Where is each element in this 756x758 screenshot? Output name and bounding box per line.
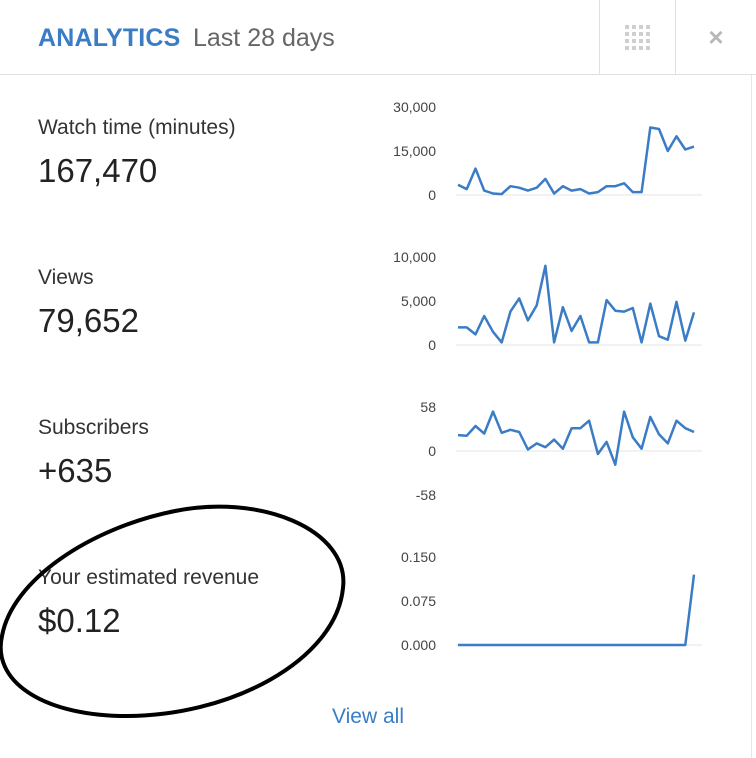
chart-subscribers: 58 0 -58 <box>380 395 710 510</box>
views-sparkline: 10,000 5,000 0 <box>393 249 702 353</box>
revenue-sparkline: 0.150 0.075 0.000 <box>401 549 702 653</box>
y-tick-label: 0.075 <box>401 593 436 609</box>
y-tick-label: 0 <box>428 187 436 203</box>
y-tick-label: 0.000 <box>401 637 436 653</box>
y-tick-label: 0 <box>428 337 436 353</box>
y-tick-label: 5,000 <box>401 293 436 309</box>
header-period: Last 28 days <box>193 24 335 52</box>
metric-value: +635 <box>38 452 113 489</box>
close-button[interactable]: × <box>675 0 756 74</box>
analytics-header: ANALYTICS Last 28 days × <box>0 0 756 75</box>
y-tick-label: 0 <box>428 443 436 459</box>
y-tick-label: 15,000 <box>393 143 436 159</box>
close-icon[interactable]: × <box>708 24 723 50</box>
metric-views: Views 79,652 <box>38 266 139 340</box>
y-tick-label: 10,000 <box>393 249 436 265</box>
series-line <box>457 410 695 466</box>
metric-value: 79,652 <box>38 302 139 339</box>
y-tick-label: 0.150 <box>401 549 436 565</box>
chart-revenue: 0.150 0.075 0.000 <box>380 545 710 660</box>
chart-watch-time: 30,000 15,000 0 <box>380 95 710 210</box>
metric-label: Subscribers <box>38 416 149 439</box>
y-tick-label: 30,000 <box>393 99 436 115</box>
subscribers-sparkline: 58 0 -58 <box>416 399 702 503</box>
chart-views: 10,000 5,000 0 <box>380 245 710 360</box>
series-line <box>458 264 696 344</box>
watch-time-sparkline: 30,000 15,000 0 <box>393 99 702 203</box>
metric-subscribers: Subscribers +635 <box>38 416 149 490</box>
metric-label: Your estimated revenue <box>38 566 260 589</box>
metric-value: 167,470 <box>38 152 158 189</box>
y-tick-label: 58 <box>420 399 436 415</box>
grid-icon[interactable] <box>625 24 650 50</box>
y-tick-label: -58 <box>416 487 436 503</box>
metric-revenue: Your estimated revenue $0.12 <box>38 566 259 640</box>
series-line <box>458 574 696 647</box>
view-all-link[interactable]: View all <box>332 705 404 729</box>
header-title: ANALYTICS <box>38 24 181 52</box>
panel-border <box>751 75 752 758</box>
series-line <box>457 126 695 196</box>
drag-handle-button[interactable] <box>599 0 675 74</box>
metric-label: Views <box>38 266 94 289</box>
metric-watch-time: Watch time (minutes) 167,470 <box>38 116 236 190</box>
metric-value: $0.12 <box>38 602 121 639</box>
metric-label: Watch time (minutes) <box>38 116 236 139</box>
